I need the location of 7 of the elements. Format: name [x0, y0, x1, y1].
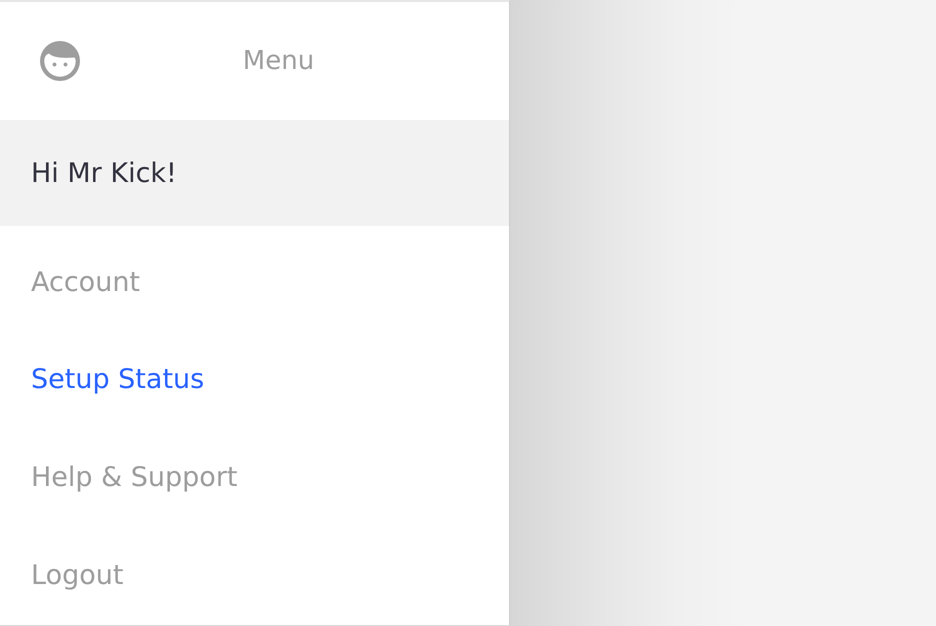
greeting-text: Hi Mr Kick! — [31, 158, 177, 188]
menu-item[interactable]: Account — [31, 266, 140, 300]
menu-item[interactable]: Help & Support — [31, 462, 238, 495]
menu-item[interactable]: Setup Status — [31, 364, 204, 397]
menu-item[interactable]: Logout — [31, 560, 124, 592]
avatar-icon — [40, 41, 80, 81]
menu-title: Menu — [242, 46, 314, 76]
